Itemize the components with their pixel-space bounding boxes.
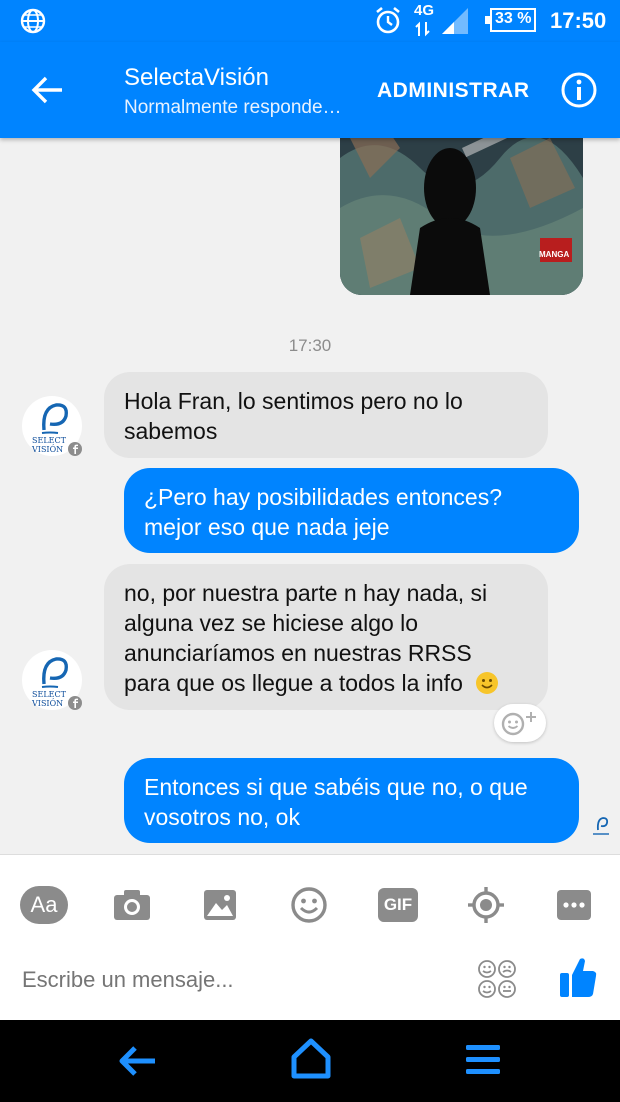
camera-button[interactable] [106,879,158,931]
emoji-picker-icon[interactable] [477,959,517,999]
gif-button[interactable]: GIF [372,879,424,931]
image-icon [204,890,236,920]
avatar-text: VISIÓN [32,445,64,454]
nav-menu-icon[interactable] [464,1042,502,1078]
message-line: anunciaríamos en nuestras RRSS [124,640,472,666]
message-line: alguna vez se hiciese algo lo [124,610,419,636]
avatar-text: SELECT [32,690,66,699]
manga-cover-image [340,138,583,295]
facebook-badge-icon [68,696,82,710]
image-watermark: MANGA [539,250,570,259]
message-line: ¿Pero hay posibilidades entonces? [144,484,503,510]
nav-back-icon[interactable] [117,1042,159,1080]
avatar-text: VISIÓN [32,699,64,708]
location-target-icon [468,887,504,923]
facebook-badge-icon [68,442,82,456]
page-avatar[interactable]: SELECT VISIÓN [22,396,82,456]
outgoing-message[interactable]: Entonces si que sabéis que no, o que vos… [124,758,579,843]
outgoing-message[interactable]: ¿Pero hay posibilidades entonces? mejor … [124,468,579,553]
add-reaction-icon [501,712,536,736]
battery-level: 33 % [495,10,532,27]
incoming-message[interactable]: Hola Fran, lo sentimos pero no lo sabemo… [104,372,548,458]
message-input[interactable] [20,959,454,1001]
read-receipt-avatar-icon [593,817,609,835]
add-reaction-button[interactable] [494,704,546,742]
message-thread[interactable]: MANGA 17:30 Hola Fran, lo sentimos pero … [0,138,620,854]
message-line: vosotros no, ok [144,804,300,830]
sticker-button[interactable] [283,879,335,931]
message-line: sabemos [124,418,218,444]
message-timestamp: 17:30 [288,336,332,355]
like-thumb-icon[interactable] [558,955,598,999]
message-line: mejor eso que nada jeje [144,514,390,540]
response-time-subtitle: Normalmente responde… [124,97,342,118]
shared-image[interactable]: MANGA [340,138,583,295]
message-line: no, por nuestra parte n hay nada, si [124,580,488,606]
more-options-button[interactable] [548,879,600,931]
manage-button[interactable]: ADMINISTRAR [377,79,530,103]
avatar-text: SELECT [32,436,66,445]
system-navigation-bar [0,1020,620,1102]
more-icon [557,890,591,920]
gallery-button[interactable] [194,879,246,931]
smile-emoji-icon [476,672,499,694]
network-type: 4G [414,2,435,19]
clock: 17:50 [550,8,607,33]
alarm-icon [376,6,400,34]
data-transfer-icon [415,21,430,37]
info-icon[interactable] [560,71,598,109]
composer: Aa GIF [0,854,620,1021]
message-line: Entonces si que sabéis que no, o que [144,774,528,800]
status-bar: 4G 33 % 17:50 [0,0,620,42]
gif-icon: GIF [378,888,418,922]
text-format-icon: Aa [20,886,68,924]
location-button[interactable] [460,879,512,931]
conversation-title[interactable]: SelectaVisión [124,64,269,92]
signal-icon [442,8,468,34]
back-arrow-icon[interactable] [30,75,64,105]
message-line: para que os llegue a todos la info [124,670,463,696]
text-format-button[interactable]: Aa [18,879,70,931]
nav-home-icon[interactable] [290,1036,332,1080]
globe-icon [20,8,46,34]
camera-icon [114,890,150,920]
incoming-message[interactable]: no, por nuestra parte n hay nada, si alg… [104,564,548,710]
conversation-header: SelectaVisión Normalmente responde… ADMI… [0,42,620,138]
emoji-icon [291,887,327,923]
page-avatar[interactable]: SELECT VISIÓN [22,650,82,710]
message-line: Hola Fran, lo sentimos pero no lo [124,388,463,414]
